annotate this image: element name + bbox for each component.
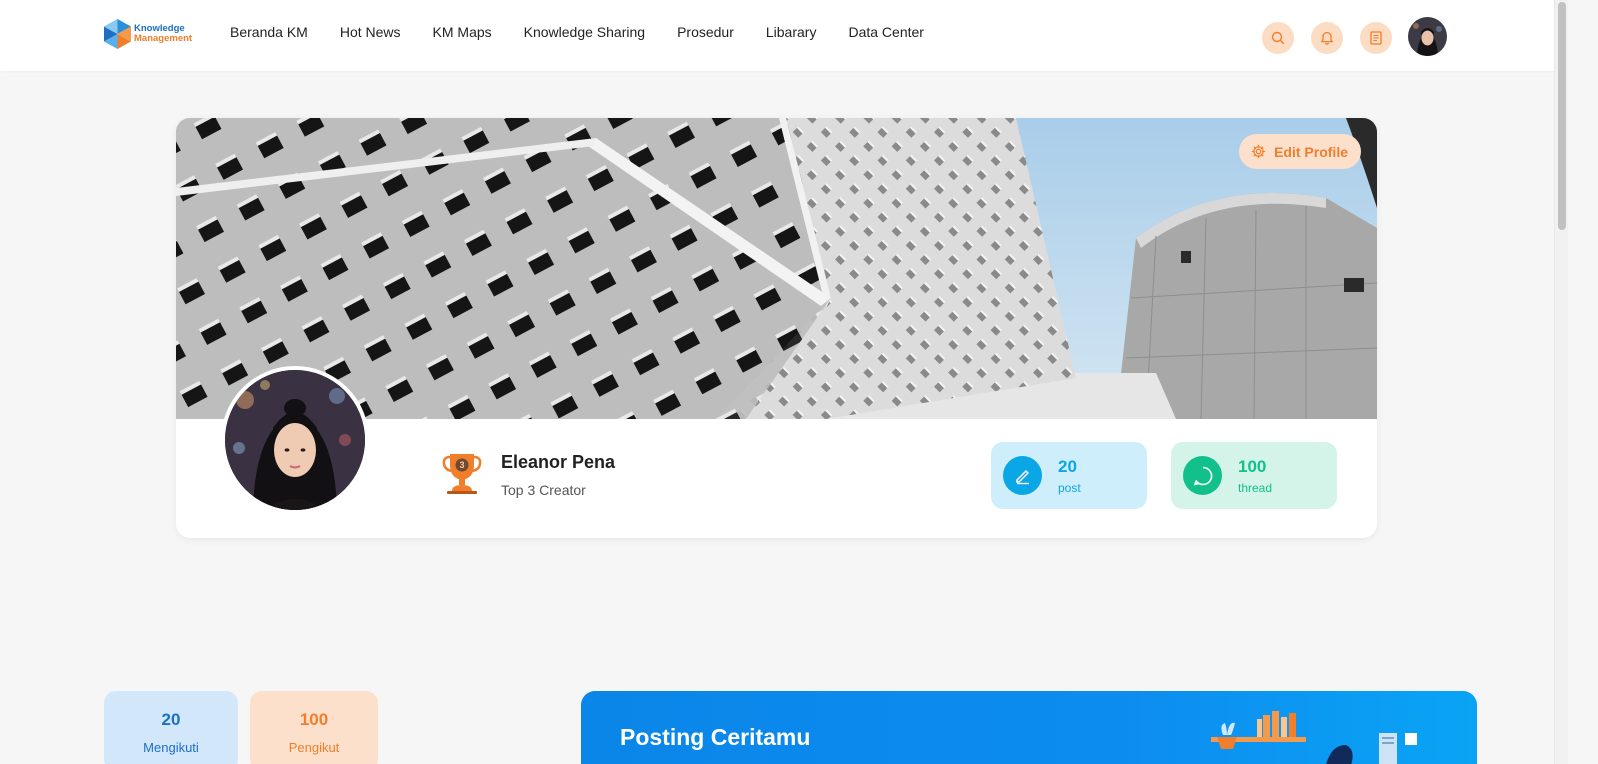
main-nav: Beranda KM Hot News KM Maps Knowledge Sh… [230,24,956,40]
post-story-banner[interactable]: Posting Ceritamu [581,691,1477,764]
avatar-photo [1408,17,1447,56]
following-label: Mengikuti [143,740,199,755]
edit-profile-button[interactable]: Edit Profile [1239,134,1361,169]
nav-link-libarary[interactable]: Libarary [766,24,817,40]
nav-actions [1262,17,1447,56]
profile-cover-image [176,118,1377,419]
post-banner-title: Posting Ceritamu [620,724,811,750]
profile-card: Edit Profile 3 Eleanor Pena Top 3 Creato… [176,118,1377,538]
followers-label: Pengikut [288,740,340,755]
profile-rank: Top 3 Creator [501,482,586,498]
documents-button[interactable] [1360,21,1392,54]
post-label: post [1058,480,1081,495]
brand-logo[interactable]: Knowledge Management [104,19,192,49]
trophy-icon: 3 [441,451,483,500]
page-scrollbar[interactable] [1554,0,1568,764]
profile-avatar[interactable] [221,366,369,514]
scrollbar-thumb[interactable] [1558,2,1566,230]
document-icon [1370,30,1382,45]
thread-count-card[interactable]: 100 thread [1171,442,1337,509]
nav-link-beranda-km[interactable]: Beranda KM [230,24,308,40]
following-card[interactable]: 20 Mengikuti [104,691,238,764]
thread-count: 100 [1238,456,1267,476]
nav-link-hot-news[interactable]: Hot News [340,24,401,40]
nav-link-knowledge-sharing[interactable]: Knowledge Sharing [524,24,645,40]
post-count-card[interactable]: 20 post [991,442,1147,509]
following-count: 20 [161,710,181,729]
cover-photo [176,118,1377,419]
profile-photo [225,370,365,510]
post-count: 20 [1058,456,1077,476]
brand-line-2: Management [134,33,193,44]
logo-mark-icon [104,19,131,49]
notifications-button[interactable] [1311,21,1343,54]
followers-count: 100 [299,710,329,729]
chat-bubble-icon [1183,456,1222,495]
bell-icon [1321,31,1333,45]
pencil-icon [1003,456,1042,495]
trophy-rank-number: 3 [459,460,464,470]
thread-label: thread [1238,480,1273,495]
search-icon [1271,31,1285,44]
bookshelf-illustration [1211,711,1417,764]
edit-profile-label: Edit Profile [1274,143,1348,160]
top-navbar: Knowledge Management Beranda KM Hot News… [0,0,1554,71]
search-button[interactable] [1262,21,1294,54]
user-avatar[interactable] [1408,17,1447,56]
profile-name: Eleanor Pena [501,452,616,472]
nav-link-prosedur[interactable]: Prosedur [677,24,734,40]
nav-link-data-center[interactable]: Data Center [848,24,923,40]
gear-icon [1251,144,1266,159]
followers-card[interactable]: 100 Pengikut [250,691,378,764]
nav-link-km-maps[interactable]: KM Maps [433,24,492,40]
